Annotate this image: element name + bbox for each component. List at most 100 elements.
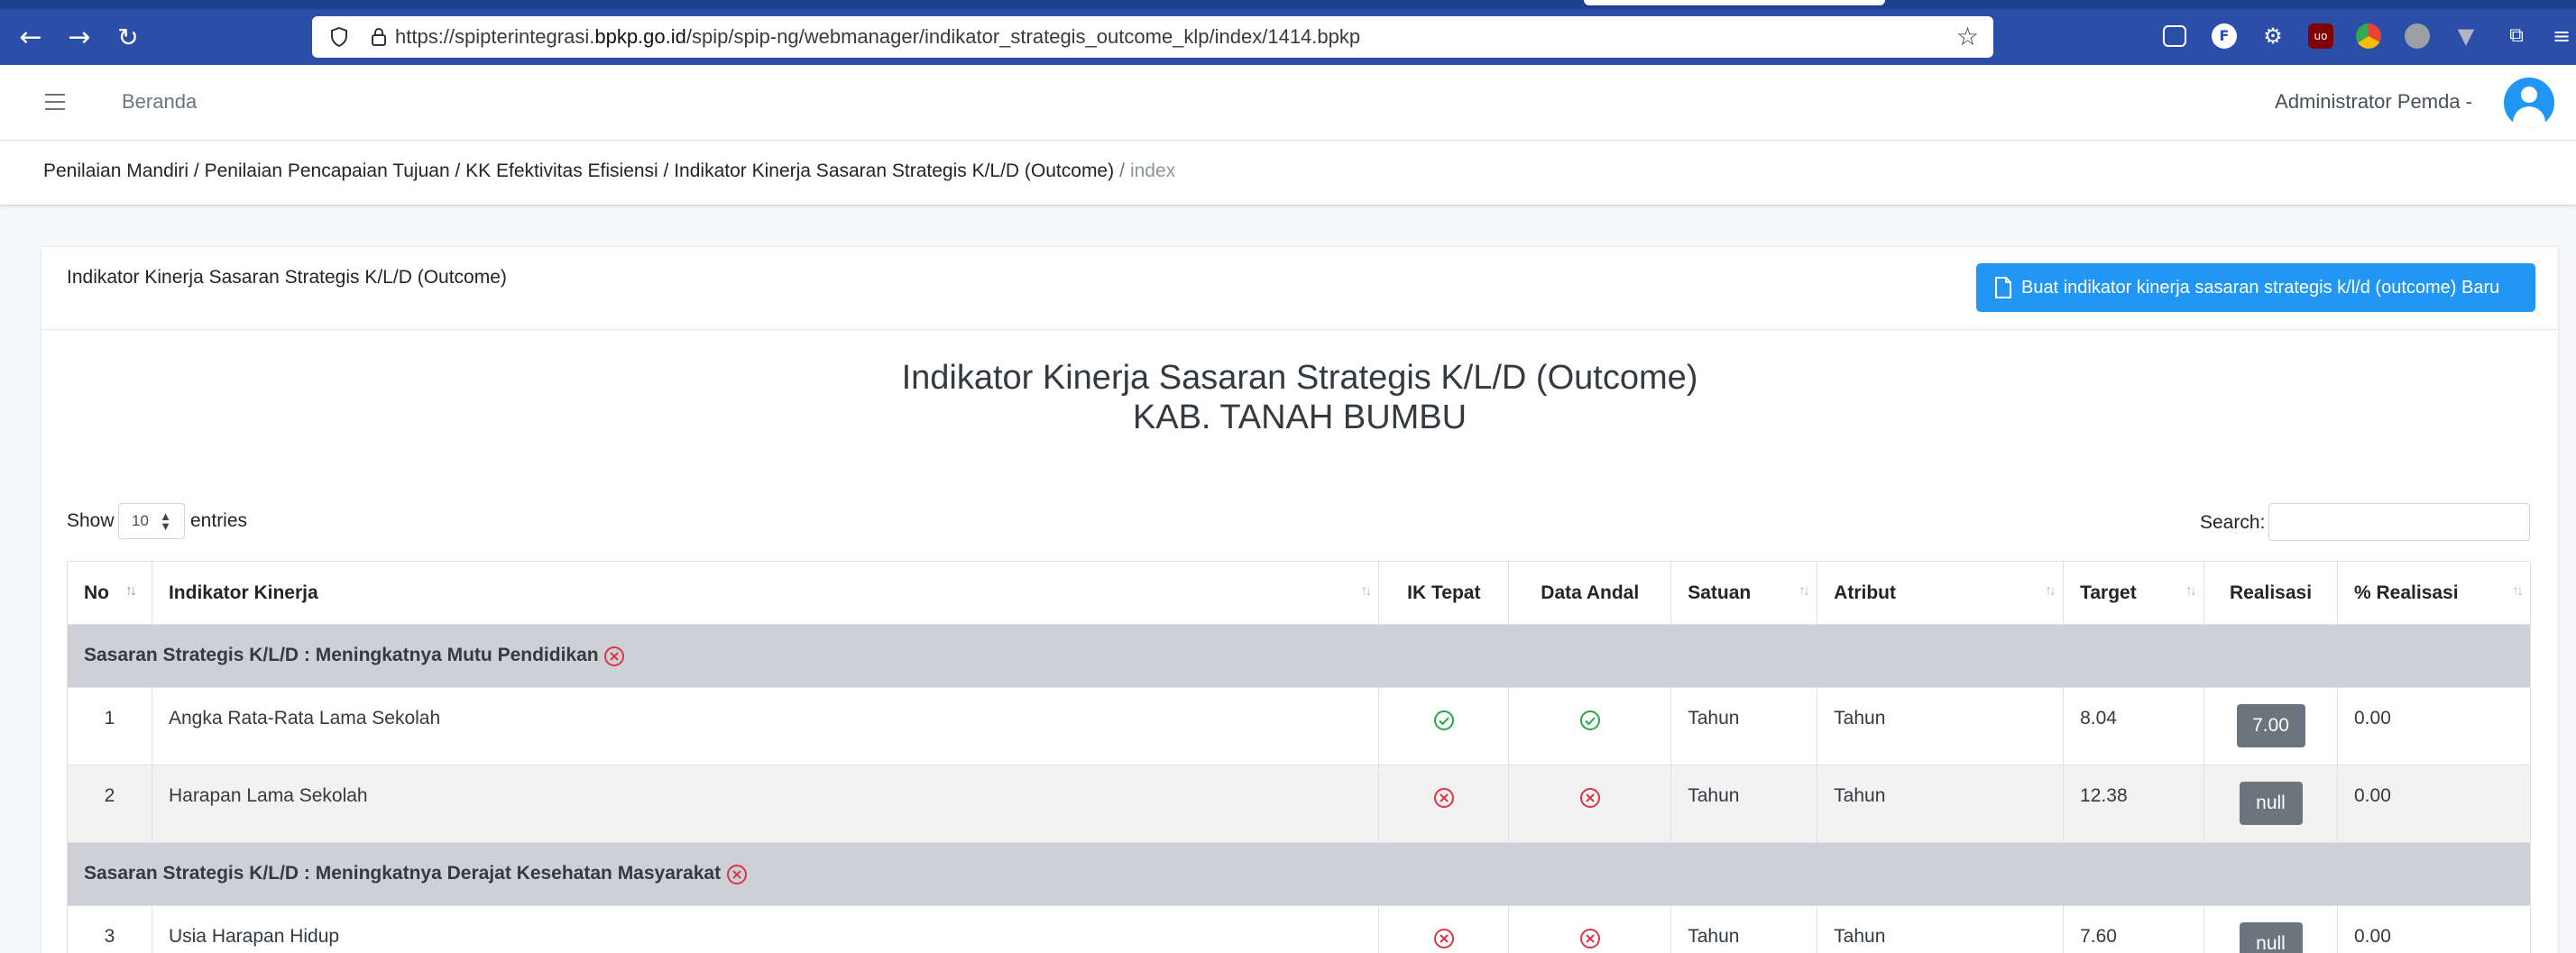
group-title: Sasaran Strategis K/L/D : Meningkatnya M…: [84, 645, 599, 666]
sort-icon: ↑↓: [2045, 583, 2056, 599]
cell-ik-tepat: [1378, 905, 1510, 953]
page-subheading: KAB. TANAH BUMBU: [1132, 399, 1467, 436]
x-circle-icon: [1433, 788, 1454, 809]
group-title-cell: Sasaran Strategis K/L/D : Meningkatnya D…: [67, 842, 2531, 906]
breadcrumb: Penilaian Mandiri / Penilaian Pencapaian…: [43, 160, 1175, 182]
search-label: Search:: [2200, 512, 2266, 533]
cell-atribut: Tahun: [1817, 905, 2065, 953]
cell-pct-realisasi: 0.00: [2337, 765, 2531, 843]
cell-no: 3: [67, 905, 152, 953]
globe-icon[interactable]: [2405, 23, 2430, 49]
group-title-cell: Sasaran Strategis K/L/D : Meningkatnya M…: [67, 624, 2531, 688]
create-indicator-button[interactable]: Buat indikator kinerja sasaran strategis…: [1976, 263, 2535, 312]
sort-icon: ↑↓: [1360, 583, 1372, 599]
star-icon[interactable]: ☆: [1956, 24, 1979, 50]
col-header-indikator[interactable]: Indikator Kinerja ↑↓: [151, 561, 1380, 625]
col-header-realisasi[interactable]: Realisasi: [2203, 561, 2338, 625]
col-header-data-andal[interactable]: Data Andal: [1508, 561, 1672, 625]
search-input[interactable]: [2268, 503, 2530, 541]
entries-select[interactable]: 10 ▲ ▼: [118, 503, 185, 539]
indicator-table: No ↑↓ Indikator Kinerja ↑↓ IK Tepat Data A…: [67, 561, 2531, 953]
user-name[interactable]: Administrator Pemda -: [2275, 90, 2472, 114]
x-circle-icon: [1579, 929, 1600, 949]
group-title: Sasaran Strategis K/L/D : Meningkatnya D…: [84, 863, 722, 884]
cell-atribut: Tahun: [1817, 687, 2065, 765]
url-path: /spip/spip-ng/webmanager/indikator_strat…: [685, 25, 1361, 48]
cell-target: 7.60: [2063, 905, 2205, 953]
shield-icon[interactable]: [328, 26, 350, 48]
lock-icon[interactable]: [368, 26, 390, 48]
col-header-no-label: No: [84, 582, 109, 603]
extensions-puzzle-icon[interactable]: ⧉: [2504, 23, 2529, 49]
breadcrumb-bar: Penilaian Mandiri / Penilaian Pencapaian…: [0, 141, 2576, 206]
avatar[interactable]: [2504, 78, 2554, 128]
col-header-pct-realisasi[interactable]: % Realisasi ↑↓: [2337, 561, 2531, 625]
col-header-target-label: Target: [2080, 582, 2137, 603]
cell-satuan: Tahun: [1670, 765, 1818, 843]
table-row: 1 Angka Rata-Rata Lama Sekolah Tahun Tah…: [67, 687, 2531, 765]
breadcrumb-path[interactable]: Penilaian Mandiri / Penilaian Pencapaian…: [43, 160, 1114, 181]
cell-atribut: Tahun: [1817, 765, 2065, 843]
reload-icon[interactable]: ↻: [110, 20, 146, 56]
cell-pct-realisasi: 0.00: [2337, 905, 2531, 953]
check-circle-icon: [1579, 710, 1600, 731]
col-header-indikator-label: Indikator Kinerja: [168, 582, 318, 603]
app-navbar: Beranda Administrator Pemda -: [0, 65, 2576, 141]
cell-indikator: Harapan Lama Sekolah: [151, 765, 1380, 843]
back-icon[interactable]: ←: [13, 20, 49, 56]
url-text[interactable]: https://spipterintegrasi.bpkp.go.id/spip…: [395, 25, 1360, 49]
table-header-row: No ↑↓ Indikator Kinerja ↑↓ IK Tepat Data A…: [67, 561, 2531, 625]
col-header-no[interactable]: No ↑↓: [67, 561, 152, 625]
hamburger-menu-icon[interactable]: [45, 94, 65, 110]
entries-value: 10: [132, 512, 149, 529]
card-title: Indikator Kinerja Sasaran Strategis K/L/…: [67, 267, 507, 288]
nav-home-link[interactable]: Beranda: [122, 90, 197, 114]
show-label: Show: [67, 510, 115, 531]
f-extension-icon[interactable]: F: [2212, 23, 2237, 49]
cell-data-andal: [1508, 765, 1672, 843]
address-bar[interactable]: https://spipterintegrasi.bpkp.go.id/spip…: [312, 16, 1993, 58]
sort-icon: ↑↓: [2185, 583, 2197, 599]
page-heading: Indikator Kinerja Sasaran Strategis K/L/…: [901, 359, 1698, 397]
col-header-target[interactable]: Target ↑↓: [2063, 561, 2205, 625]
entries-label: entries: [190, 510, 248, 531]
create-button-label: Buat indikator kinerja sasaran strategis…: [2021, 278, 2500, 298]
menu-icon[interactable]: ≡: [2549, 23, 2574, 49]
sort-icon: ↑↓: [1799, 583, 1810, 599]
content-card: Indikator Kinerja Sasaran Strategis K/L/…: [41, 247, 2558, 953]
realisasi-button[interactable]: null: [2239, 782, 2303, 825]
cell-no: 1: [67, 687, 152, 765]
x-circle-icon: [1579, 788, 1600, 809]
select-arrows-icon: ▲ ▼: [160, 509, 171, 533]
sort-asc-icon: ↑↓: [125, 583, 137, 599]
col-header-atribut-label: Atribut: [1834, 582, 1896, 603]
col-header-atribut[interactable]: Atribut ↑↓: [1817, 561, 2065, 625]
cell-ik-tepat: [1378, 765, 1510, 843]
col-header-pct-realisasi-label: % Realisasi: [2354, 582, 2459, 603]
ublock-icon[interactable]: uo: [2308, 23, 2333, 49]
tab-strip: [0, 0, 2576, 9]
cell-indikator: Usia Harapan Hidup: [151, 905, 1380, 953]
cell-indikator: Angka Rata-Rata Lama Sekolah: [151, 687, 1380, 765]
active-tab-edge[interactable]: [1584, 0, 1885, 5]
realisasi-button[interactable]: null: [2239, 922, 2303, 953]
col-header-satuan[interactable]: Satuan ↑↓: [1670, 561, 1818, 625]
cell-realisasi: 7.00: [2203, 687, 2338, 765]
card-header: Indikator Kinerja Sasaran Strategis K/L/…: [41, 247, 2558, 330]
x-circle-icon: [726, 864, 747, 884]
vue-icon[interactable]: ▼: [2453, 23, 2479, 49]
cell-target: 8.04: [2063, 687, 2205, 765]
browser-toolbar: ← → ↻ https://spipterintegrasi.bpkp.go.i…: [0, 0, 2576, 65]
pocket-icon[interactable]: [2163, 25, 2186, 47]
x-circle-icon: [1433, 929, 1454, 949]
check-circle-icon: [1433, 710, 1454, 731]
chrome-icon[interactable]: [2356, 23, 2381, 49]
cell-ik-tepat: [1378, 687, 1510, 765]
cell-pct-realisasi: 0.00: [2337, 687, 2531, 765]
gear-extension-icon[interactable]: ⚙: [2260, 23, 2286, 49]
realisasi-button[interactable]: 7.00: [2236, 704, 2305, 747]
col-header-ik-tepat[interactable]: IK Tepat: [1378, 561, 1510, 625]
cell-target: 12.38: [2063, 765, 2205, 843]
file-icon: [1995, 277, 2011, 298]
forward-icon[interactable]: →: [61, 20, 97, 56]
